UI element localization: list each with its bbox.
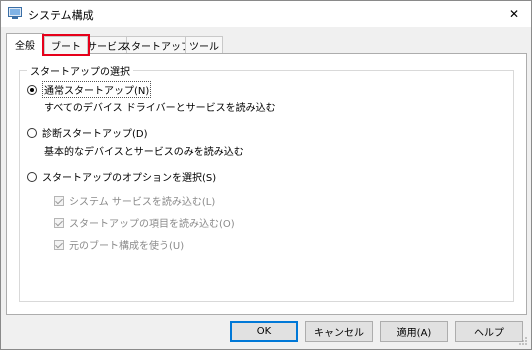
diagnostic-startup-label: 診断スタートアップ(D) [42, 129, 148, 140]
load-system-services-label: システム サービスを読み込む(L) [69, 197, 216, 208]
radio-indicator-normal[interactable] [27, 84, 37, 95]
normal-startup-desc: すべてのデバイス ドライバーとサービスを読み込む [44, 103, 276, 114]
system-config-window: システム構成 ✕ 全般 ブート サービス スタートアップ ツール スタートアップ… [0, 0, 532, 350]
diagnostic-startup-desc: 基本的なデバイスとサービスのみを読み込む [44, 147, 244, 158]
ok-button[interactable]: OK [230, 321, 298, 342]
tab-tools[interactable]: ツール [185, 36, 223, 54]
tab-tools-label: ツール [189, 42, 219, 53]
load-startup-items-label: スタートアップの項目を読み込む(O) [69, 219, 235, 230]
checkbox-indicator[interactable] [54, 195, 64, 206]
normal-startup-radio[interactable]: 通常スタートアップ(N) [27, 81, 152, 98]
msconfig-icon [8, 7, 22, 19]
window-title: システム構成 [28, 9, 94, 22]
radio-indicator-selective[interactable] [27, 171, 37, 182]
use-original-boot-config-checkbox[interactable]: 元のブート構成を使う(U) [54, 237, 184, 252]
load-startup-items-checkbox[interactable]: スタートアップの項目を読み込む(O) [54, 215, 235, 230]
resize-grip-icon[interactable] [518, 336, 528, 346]
close-icon: ✕ [508, 7, 520, 21]
tab-boot[interactable]: ブート [42, 34, 90, 56]
general-tab-panel: スタートアップの選択 通常スタートアップ(N) すべてのデバイス ドライバーとサ… [6, 53, 527, 315]
help-button-label: ヘルプ [474, 328, 504, 339]
selective-startup-radio[interactable]: スタートアップのオプションを選択(S) [27, 169, 216, 184]
apply-button-label: 適用(A) [396, 328, 432, 339]
cancel-button-label: キャンセル [314, 328, 364, 339]
tab-startup[interactable]: スタートアップ [121, 36, 191, 54]
tab-general[interactable]: 全般 [6, 33, 44, 55]
cancel-button[interactable]: キャンセル [305, 321, 373, 342]
ok-button-label: OK [256, 326, 272, 337]
tab-boot-label: ブート [51, 42, 81, 53]
use-original-boot-config-label: 元のブート構成を使う(U) [69, 241, 185, 252]
startup-selection-group: スタートアップの選択 通常スタートアップ(N) すべてのデバイス ドライバーとサ… [19, 63, 514, 302]
group-title: スタートアップの選択 [27, 63, 133, 78]
close-button[interactable]: ✕ [497, 1, 531, 27]
apply-button[interactable]: 適用(A) [380, 321, 448, 342]
radio-indicator-diagnostic[interactable] [27, 127, 37, 138]
title-bar: システム構成 ✕ [1, 1, 531, 27]
load-system-services-checkbox[interactable]: システム サービスを読み込む(L) [54, 193, 215, 208]
diagnostic-startup-radio[interactable]: 診断スタートアップ(D) [27, 125, 148, 140]
selective-startup-label: スタートアップのオプションを選択(S) [42, 173, 217, 184]
checkbox-indicator[interactable] [54, 217, 64, 228]
tab-general-label: 全般 [15, 41, 35, 52]
checkbox-indicator[interactable] [54, 239, 64, 250]
normal-startup-label: 通常スタートアップ(N) [42, 81, 152, 98]
help-button[interactable]: ヘルプ [455, 321, 523, 342]
tab-startup-label: スタートアップ [121, 42, 191, 53]
